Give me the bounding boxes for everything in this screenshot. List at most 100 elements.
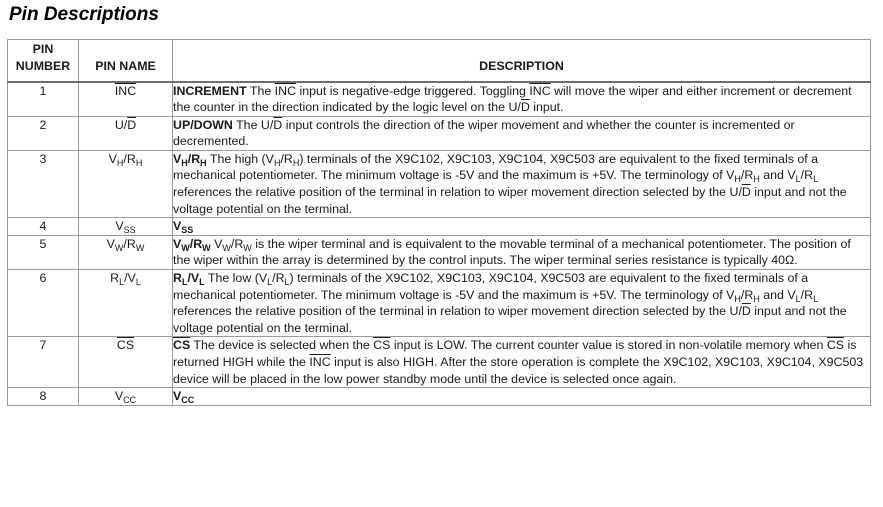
pin-description: VW/RW VW/RW is the wiper terminal and is… — [172, 234, 871, 271]
subscript-text: L — [813, 293, 819, 304]
subscript-text: W — [181, 242, 190, 253]
overlined-signal: INC — [309, 355, 331, 369]
pin-number: 3 — [7, 149, 79, 219]
subscript-text: W — [222, 242, 231, 253]
header-pin-name: PIN NAME — [78, 39, 173, 83]
text-run: input. — [529, 100, 564, 115]
pin-name: CS — [78, 336, 173, 389]
subscript-text: L — [135, 277, 141, 288]
table-row: 8 VCC VCC — [7, 387, 871, 406]
subscript-text: CC — [123, 395, 137, 406]
pin-number: 5 — [7, 234, 79, 271]
text-run: INCREMENT — [173, 83, 247, 98]
pin-name-label: RL/VL — [110, 270, 141, 287]
overlined-signal: D — [741, 304, 751, 319]
pin-number: 6 — [7, 269, 79, 338]
text-run: input is negative-edge triggered. Toggli… — [296, 83, 530, 98]
subscript-text: H — [135, 157, 143, 168]
text-run: The low (V — [204, 271, 268, 286]
pin-description: RL/VL The low (VL/RL) terminals of the X… — [172, 269, 871, 338]
text-run: The high (V — [206, 151, 274, 166]
pin-number: 4 — [7, 217, 79, 236]
text-run: V — [115, 219, 124, 234]
pin-name: RL/VL — [78, 269, 173, 338]
text-run: /R — [740, 287, 754, 302]
pin-name-label: VSS — [115, 218, 135, 235]
overlined-signal: D — [127, 117, 137, 132]
text-run: references the relative position of the … — [173, 304, 742, 319]
text-run: /R — [189, 236, 203, 251]
header-pin-number: PIN NUMBER — [7, 39, 79, 83]
overlined-signal: INC — [529, 83, 551, 98]
overlined-signal: D — [741, 185, 751, 200]
text-run: V — [210, 236, 223, 251]
table-row: 1 INC INCREMENT The INC input is negative-… — [7, 81, 871, 117]
pin-descriptions-table: PIN NUMBER PIN NAME DESCRIPTION 1 INC INCR… — [7, 39, 871, 406]
text-run: The U/ — [232, 117, 274, 132]
pin-description: VSS — [172, 217, 871, 236]
text-run: The device is selected when the — [190, 338, 374, 353]
overlined-signal: CS — [826, 338, 845, 353]
subscript-text: W — [243, 242, 252, 253]
table-row: 4 VSS VSS — [7, 217, 871, 236]
subscript-text: W — [202, 242, 211, 253]
text-run: V — [114, 389, 124, 404]
pin-number: 1 — [7, 81, 79, 117]
text-run: input is LOW. The current counter value … — [390, 338, 827, 353]
subscript-text: SS — [181, 225, 194, 236]
overlined-signal: INC — [274, 83, 297, 98]
pin-description: CS The device is selected when the CS in… — [172, 336, 871, 389]
text-run: /R — [740, 168, 754, 183]
text-run: is the wiper terminal and is equivalent … — [173, 236, 851, 268]
text-run: U/ — [114, 117, 128, 132]
overlined-signal: CS — [173, 338, 191, 353]
text-run: /R — [230, 236, 244, 251]
pin-name-label: VCC — [115, 388, 136, 405]
text-run: ) terminals of the X9C102, X9C103, X9C10… — [173, 271, 809, 302]
pin-name: VH/RH — [78, 149, 173, 219]
header-pin-number-line1: PIN — [32, 42, 54, 57]
pin-name-label: VW/RW — [107, 236, 145, 253]
pin-description: VCC — [172, 387, 871, 406]
table-row: 3 VH/RH VH/RH The high (VH/RH) terminals o… — [7, 149, 871, 219]
text-run: /R — [280, 151, 293, 166]
pin-description: INCREMENT The INC input is negative-edge… — [172, 81, 871, 117]
text-run: V — [108, 151, 117, 166]
pin-name: VCC — [78, 387, 173, 406]
subscript-text: SS — [123, 225, 136, 236]
overlined-signal: INC — [114, 83, 137, 98]
table-row: 2 U/D UP/DOWN The U/D input controls the d… — [7, 115, 871, 151]
pin-description: VH/RH The high (VH/RH) terminals of the … — [172, 149, 871, 219]
pin-name: INC — [78, 81, 173, 117]
subscript-text: L — [813, 174, 819, 185]
text-run: V — [106, 236, 115, 251]
text-run: The — [246, 83, 275, 98]
text-run: /R — [123, 236, 136, 251]
table-row: 6 RL/VL RL/VL The low (VL/RL) terminals of… — [7, 269, 871, 338]
pin-number: 8 — [7, 387, 79, 406]
table-row: 7 CS CS The device is selected when the CS… — [7, 336, 871, 389]
pin-name-label: U/D — [115, 117, 136, 134]
text-run: /R — [123, 151, 136, 166]
overlined-signal: CS — [373, 338, 391, 353]
pin-name: VW/RW — [78, 234, 173, 271]
pin-name: U/D — [78, 115, 173, 151]
page-title: Pin Descriptions — [9, 4, 159, 25]
pin-name-label: VH/RH — [109, 151, 143, 168]
subscript-text: CC — [181, 395, 195, 406]
overlined-signal: CS — [116, 338, 135, 353]
header-pin-number-line2: NUMBER — [15, 58, 71, 73]
pin-name-label: INC — [115, 83, 136, 100]
pin-number: 2 — [7, 115, 79, 151]
text-run: UP/DOWN — [173, 117, 233, 132]
pin-name-label: CS — [117, 337, 134, 354]
text-run: /R — [272, 271, 285, 286]
text-run: references the relative position of the … — [173, 185, 742, 200]
text-run: R — [110, 271, 120, 286]
subscript-text: W — [135, 242, 145, 253]
overlined-signal: D — [520, 100, 530, 115]
table-header-row: PIN NUMBER PIN NAME DESCRIPTION — [7, 39, 871, 83]
text-run: /V — [124, 271, 136, 286]
pin-description: UP/DOWN The U/D input controls the direc… — [172, 115, 871, 151]
text-run: /R — [800, 168, 814, 183]
